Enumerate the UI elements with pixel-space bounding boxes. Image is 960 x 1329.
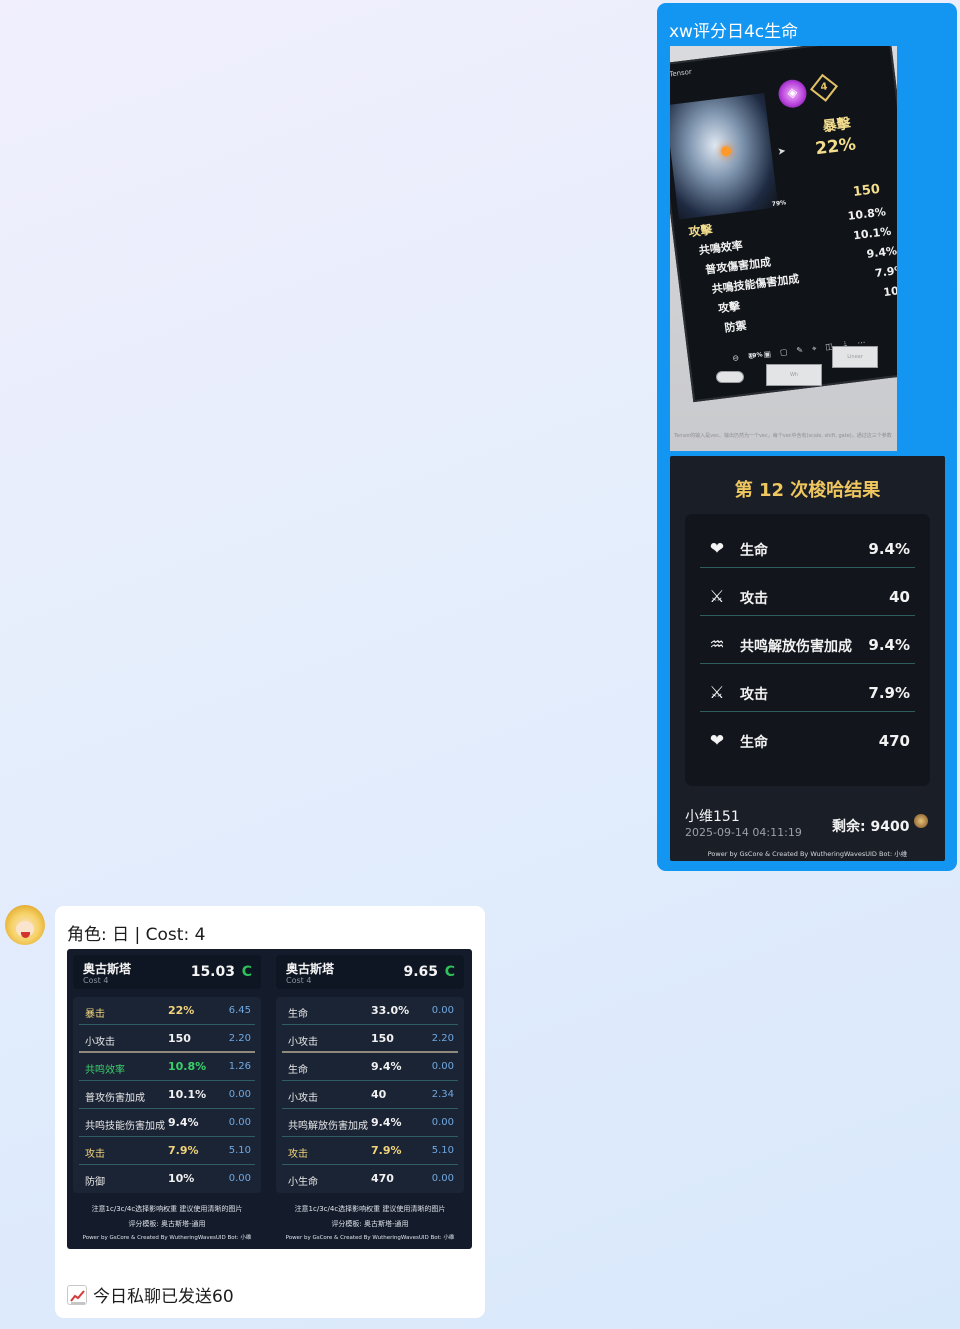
result-row-value: 470 xyxy=(878,732,910,750)
result-row: ♒ 共鸣解放伤害加成 9.4% xyxy=(700,624,915,664)
photo-main-stat-value: 22% xyxy=(814,134,858,160)
heart-icon: ❤ xyxy=(709,539,725,559)
mouse-cursor-icon: ➤ xyxy=(776,145,787,158)
stat-row: 普攻伤害加成 10.1% 0.00 xyxy=(79,1081,255,1109)
swords-icon: ⚔ xyxy=(709,683,725,703)
panel-note: 注意1c/3c/4c选择影响权重 建议使用清晰的图片 xyxy=(294,1205,446,1213)
outgoing-message-text: xw评分日4c生命 xyxy=(669,22,799,42)
photo-node-oval xyxy=(716,371,744,383)
chart-increasing-icon xyxy=(67,1285,87,1305)
result-row-name: 生命 xyxy=(740,543,768,559)
score-panel-left: 奥古斯塔 Cost 4 15.03 C 暴击 22% 6.45 小攻击 150 2.20… xyxy=(67,949,267,1249)
photo-stat-value: 7.9% xyxy=(874,263,897,280)
result-row: ❤ 生命 470 xyxy=(700,720,915,760)
stat-row: 暴击 22% 6.45 xyxy=(79,997,255,1025)
stat-row: 小生命 470 0.00 xyxy=(288,1172,454,1188)
result-row-value: 9.4% xyxy=(868,636,910,654)
total-score: 15.03 xyxy=(190,964,235,980)
panel-footer: Power by GsCore & Created By WutheringWa… xyxy=(82,1235,252,1241)
result-username: 小维151 xyxy=(685,809,740,825)
result-stat-list: ❤ 生命 9.4% ⚔ 攻击 40 ♒ 共鸣解放伤害加成 9.4% ⚔ 攻击 7… xyxy=(685,514,930,786)
result-row: ⚔ 攻击 7.9% xyxy=(700,672,915,712)
photo-stat-name: 防禦 xyxy=(723,319,748,335)
photo-node-wh: Wh xyxy=(766,364,822,386)
incoming-message-bubble[interactable]: 角色: 日 | Cost: 4 奥古斯塔 Cost 4 15.03 C 暴击 22… xyxy=(55,906,485,1318)
result-timestamp: 2025-09-14 04:11:19 xyxy=(685,826,802,839)
stat-row: 小攻击 150 2.20 xyxy=(79,1025,255,1053)
result-row: ⚔ 攻击 40 xyxy=(700,576,915,616)
result-remaining: 剩余: 9400 xyxy=(832,819,910,835)
panel-template: 评分模板: 奥古斯塔-通用 xyxy=(128,1220,206,1228)
result-row-name: 共鸣解放伤害加成 xyxy=(740,639,852,655)
panel-template: 评分模板: 奥古斯塔-通用 xyxy=(331,1220,409,1228)
stat-row: 小攻击 150 2.20 xyxy=(282,1025,458,1053)
cost-label: Cost 4 xyxy=(286,976,312,985)
stat-row: 小攻击 40 2.34 xyxy=(282,1081,458,1109)
resonance-icon: ♒ xyxy=(709,635,725,655)
photo-window-title: Tensor xyxy=(670,67,693,79)
stat-row: 生命 9.4% 0.00 xyxy=(282,1053,458,1081)
result-row-name: 生命 xyxy=(740,735,768,751)
stat-table: 生命 33.0% 0.00 小攻击 150 2.20 生命 9.4% 0.00 小攻击 40 2… xyxy=(276,997,464,1193)
outgoing-message-bubble[interactable]: xw评分日4c生命 Tensor ◈ 4 ➤ 暴擊 22% 150 攻擊 79%… xyxy=(657,3,957,871)
score-grade: C xyxy=(444,964,455,980)
photo-node-linear: Linear xyxy=(832,346,878,368)
panel-note: 注意1c/3c/4c选择影响权重 建议使用清晰的图片 xyxy=(91,1205,243,1213)
result-row: ❤ 生命 9.4% xyxy=(700,528,915,568)
gacha-result-card[interactable]: 第 12 次梭哈结果 ❤ 生命 9.4% ⚔ 攻击 40 ♒ 共鸣解放伤害加成 … xyxy=(670,456,945,861)
stat-row: 共鸣解放伤害加成 9.4% 0.00 xyxy=(282,1109,458,1137)
panel-header: 奥古斯塔 Cost 4 9.65 C xyxy=(276,955,464,989)
photo-stat-name: 攻擊 xyxy=(717,299,741,316)
panel-header: 奥古斯塔 Cost 4 15.03 C xyxy=(73,955,261,989)
stat-row: 防御 10% 0.00 xyxy=(85,1172,251,1188)
character-name: 奥古斯塔 xyxy=(83,962,132,976)
result-footer: Power by GsCore & Created By WutheringWa… xyxy=(707,850,908,858)
sonata-sigil-icon: ◈ xyxy=(776,78,809,110)
result-row-name: 攻击 xyxy=(740,687,768,703)
stat-row: 攻击 7.9% 5.10 xyxy=(282,1137,458,1165)
stat-row: 共鸣技能伤害加成 9.4% 0.00 xyxy=(79,1109,255,1137)
incoming-footer: 今日私聊已发送60 xyxy=(67,1282,234,1307)
cost-badge: 4 xyxy=(810,73,839,102)
result-title: 第 12 次梭哈结果 xyxy=(734,480,881,501)
swords-icon: ⚔ xyxy=(709,587,725,607)
score-grade: C xyxy=(241,964,252,980)
daily-message-count: 今日私聊已发送60 xyxy=(93,1287,234,1307)
result-row-name: 攻击 xyxy=(740,591,768,607)
heart-icon: ❤ xyxy=(709,731,725,751)
result-row-value: 9.4% xyxy=(868,540,910,558)
photo-sub-main-value: 150 xyxy=(852,181,881,201)
cost-label: Cost 4 xyxy=(83,976,109,985)
incoming-message-title: 角色: 日 | Cost: 4 xyxy=(67,925,206,945)
photo-sub-main-name: 攻擊 xyxy=(687,222,714,240)
currency-icon xyxy=(914,814,928,828)
character-portrait xyxy=(670,93,779,220)
attached-photo[interactable]: Tensor ◈ 4 ➤ 暴擊 22% 150 攻擊 79% 共鳴效率 10.8… xyxy=(670,46,897,451)
score-image[interactable]: 奥古斯塔 Cost 4 15.03 C 暴击 22% 6.45 小攻击 150 2.20… xyxy=(67,949,472,1249)
stat-row: 攻击 7.9% 5.10 xyxy=(79,1137,255,1165)
photo-hint-text: Tensor的输入是vec、输出仍然为一个vec，每个vec中含有(scale,… xyxy=(674,433,892,439)
stat-row: 共鸣效率 10.8% 1.26 xyxy=(79,1053,255,1081)
character-name: 奥古斯塔 xyxy=(286,962,335,976)
bot-avatar[interactable] xyxy=(5,905,45,945)
score-panel-right: 奥古斯塔 Cost 4 9.65 C 生命 33.0% 0.00 小攻击 150 2.2… xyxy=(270,949,470,1249)
photo-stat-name: 共鳴效率 xyxy=(698,238,744,258)
photo-stat-value: 10% xyxy=(882,282,897,300)
total-score: 9.65 xyxy=(403,964,438,980)
photo-stat-value: 10.8% xyxy=(847,205,887,223)
photo-stat-value: 10.1% xyxy=(852,224,892,243)
stat-table: 暴击 22% 6.45 小攻击 150 2.20 共鸣效率 10.8% 1.26 普攻伤害加… xyxy=(73,997,261,1193)
panel-footer: Power by GsCore & Created By WutheringWa… xyxy=(285,1235,455,1241)
stat-row: 生命 33.0% 0.00 xyxy=(282,997,458,1025)
photo-main-stat-name: 暴擊 xyxy=(821,115,852,136)
result-row-value: 7.9% xyxy=(868,684,910,702)
photo-small-percent: 79% xyxy=(771,199,787,209)
photo-stat-value: 9.4% xyxy=(865,244,897,261)
result-row-value: 40 xyxy=(889,588,910,606)
